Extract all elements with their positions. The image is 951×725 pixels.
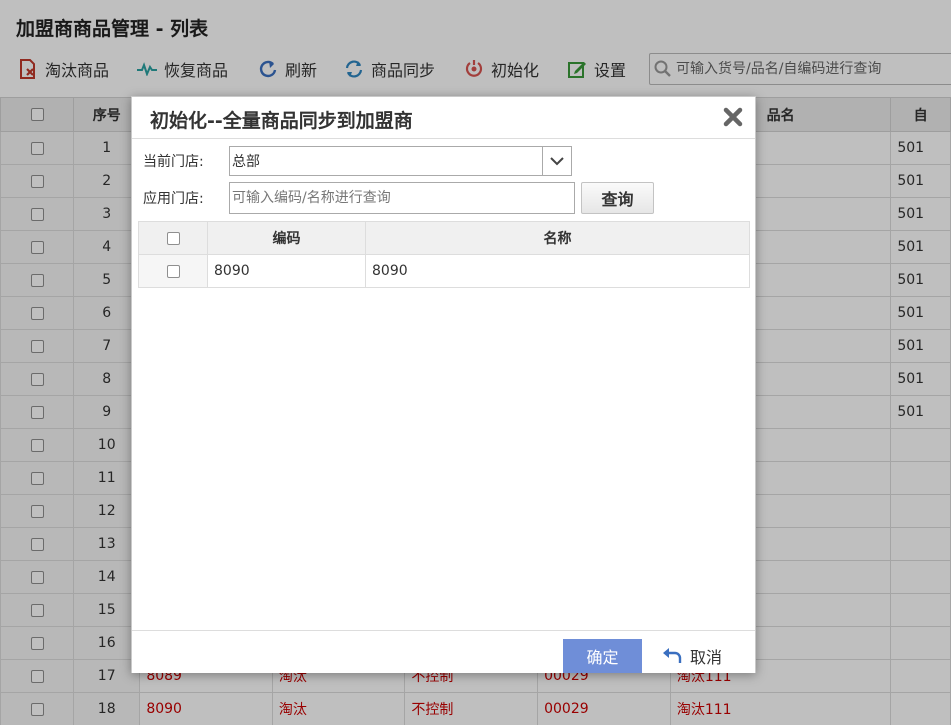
store-header-code: 编码 (207, 221, 366, 255)
current-store-label: 当前门店: (143, 154, 204, 170)
store-table: 编码 名称 8090 8090 (138, 221, 750, 288)
initialize-dialog: 初始化--全量商品同步到加盟商 当前门店: 总部 应用门店: 查询 编码 名称 (131, 96, 756, 673)
dialog-footer: 确定 取消 (132, 630, 755, 673)
dialog-close-button[interactable] (723, 107, 743, 127)
store-row-checkbox[interactable] (166, 264, 180, 278)
store-table-header: 编码 名称 (138, 221, 750, 255)
confirm-button[interactable]: 确定 (563, 639, 642, 673)
store-row-name: 8090 (365, 254, 750, 288)
undo-icon (662, 647, 682, 665)
current-store-dropdown-toggle[interactable] (542, 147, 571, 175)
apply-store-input[interactable] (229, 182, 575, 214)
store-select-all-checkbox[interactable] (166, 231, 180, 245)
store-select-all[interactable] (138, 221, 208, 255)
store-row-code: 8090 (207, 254, 366, 288)
query-button[interactable]: 查询 (581, 182, 654, 214)
current-store-row: 当前门店: 总部 (143, 146, 572, 176)
apply-store-row: 应用门店: 查询 (143, 182, 654, 214)
close-icon (723, 107, 743, 127)
apply-store-label: 应用门店: (143, 191, 204, 207)
store-header-name: 名称 (365, 221, 750, 255)
dialog-header: 初始化--全量商品同步到加盟商 (132, 97, 755, 139)
dialog-title: 初始化--全量商品同步到加盟商 (150, 110, 413, 132)
chevron-down-icon (550, 157, 564, 166)
cancel-label: 取消 (690, 648, 723, 667)
store-row-select[interactable] (138, 254, 208, 288)
current-store-value: 总部 (232, 154, 260, 170)
store-row[interactable]: 8090 8090 (138, 254, 750, 288)
cancel-button[interactable]: 取消 (662, 639, 722, 673)
current-store-select[interactable]: 总部 (229, 146, 572, 176)
